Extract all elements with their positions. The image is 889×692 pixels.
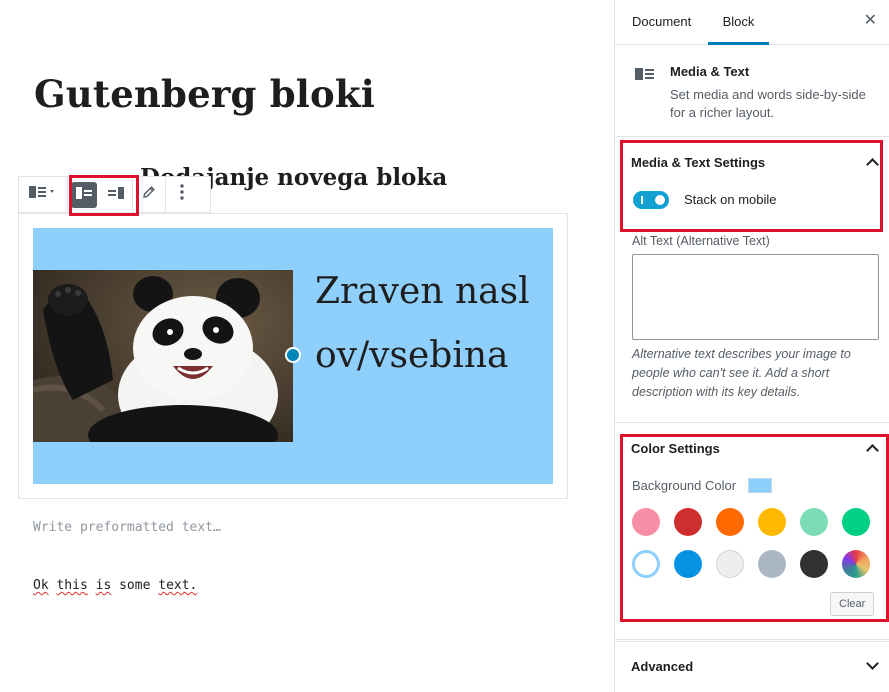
- color-swatch-light-gray[interactable]: [716, 550, 744, 578]
- media-left-icon: [76, 186, 92, 204]
- color-swatch-selected-white[interactable]: [632, 550, 660, 578]
- settings-sidebar: Document Block ✕ Media & Text Set media …: [614, 0, 889, 692]
- edit-media-button[interactable]: [133, 177, 165, 212]
- media-text-settings-panel: Media & Text Settings Stack on mobile Al…: [615, 138, 889, 423]
- media-text-settings-title[interactable]: Media & Text Settings: [631, 155, 765, 170]
- pre-word: Ok: [33, 578, 49, 593]
- block-card: Media & Text Set media and words side-by…: [615, 45, 889, 137]
- tab-block[interactable]: Block: [708, 0, 769, 45]
- preformatted-placeholder[interactable]: Write preformatted text…: [33, 520, 221, 535]
- close-icon[interactable]: ✕: [864, 13, 877, 29]
- toolbar-group-more: [166, 177, 198, 212]
- sidebar-tabs: Document Block ✕: [615, 0, 889, 45]
- block-card-title: Media & Text: [670, 64, 750, 79]
- tab-document[interactable]: Document: [632, 0, 691, 45]
- color-swatch-amber[interactable]: [758, 508, 786, 536]
- media-text-icon: [29, 185, 57, 204]
- block-toolbar: [18, 176, 211, 213]
- color-settings-title[interactable]: Color Settings: [631, 441, 720, 456]
- pencil-icon: [142, 185, 156, 204]
- pre-word: this: [56, 578, 88, 593]
- show-media-right-button[interactable]: [100, 177, 132, 212]
- color-swatch-blue[interactable]: [674, 550, 702, 578]
- more-vertical-icon: [180, 184, 184, 205]
- panda-image[interactable]: [33, 270, 293, 442]
- media-text-block[interactable]: Zraven naslov/vsebina: [33, 228, 553, 484]
- more-options-button[interactable]: [166, 177, 198, 212]
- chevron-down-icon[interactable]: [866, 657, 879, 670]
- chevron-up-icon[interactable]: [866, 444, 879, 457]
- pre-word: some: [119, 578, 151, 593]
- alt-text-input[interactable]: [632, 254, 879, 340]
- editor-canvas: Gutenberg bloki Dodajanje novega bloka Z…: [0, 0, 614, 692]
- chevron-up-icon[interactable]: [866, 158, 879, 171]
- color-swatch-light-green[interactable]: [800, 508, 828, 536]
- advanced-title[interactable]: Advanced: [631, 659, 693, 674]
- preformatted-block[interactable]: Ok this is some text.: [33, 578, 197, 593]
- color-swatch-pale-pink[interactable]: [632, 508, 660, 536]
- post-title[interactable]: Gutenberg bloki: [34, 72, 375, 116]
- stack-on-mobile-toggle[interactable]: [633, 191, 669, 209]
- media-text-icon: [635, 67, 655, 86]
- color-swatch-vivid-red[interactable]: [674, 508, 702, 536]
- show-media-left-button[interactable]: [68, 177, 100, 212]
- color-swatch-dark-gray[interactable]: [800, 550, 828, 578]
- alt-text-label: Alt Text (Alternative Text): [632, 234, 770, 248]
- media-text-content[interactable]: Zraven naslov/vsebina: [315, 260, 551, 388]
- toolbar-group-transform: [19, 177, 68, 212]
- custom-color-picker-icon[interactable]: [842, 550, 870, 578]
- block-card-description: Set media and words side-by-side for a r…: [670, 87, 866, 120]
- stack-on-mobile-label: Stack on mobile: [684, 192, 777, 207]
- color-swatch-green[interactable]: [842, 508, 870, 536]
- current-color-indicator: [748, 478, 772, 493]
- color-swatch-orange[interactable]: [716, 508, 744, 536]
- color-settings-panel: Color Settings Background Color Clear: [615, 424, 889, 640]
- media-width-resize-handle[interactable]: [285, 347, 301, 363]
- clear-color-button[interactable]: Clear: [830, 592, 875, 616]
- pre-word: is: [95, 578, 112, 593]
- alt-text-help: Alternative text describes your image to…: [632, 347, 851, 399]
- pre-word: text.: [158, 578, 198, 593]
- advanced-panel: Advanced: [615, 641, 889, 692]
- toolbar-group-position: [68, 177, 133, 212]
- toolbar-group-edit: [133, 177, 166, 212]
- color-swatch-cyan-gray[interactable]: [758, 550, 786, 578]
- media-right-icon: [108, 186, 124, 204]
- background-color-label: Background Color: [632, 478, 737, 493]
- block-switcher-button[interactable]: [19, 177, 67, 212]
